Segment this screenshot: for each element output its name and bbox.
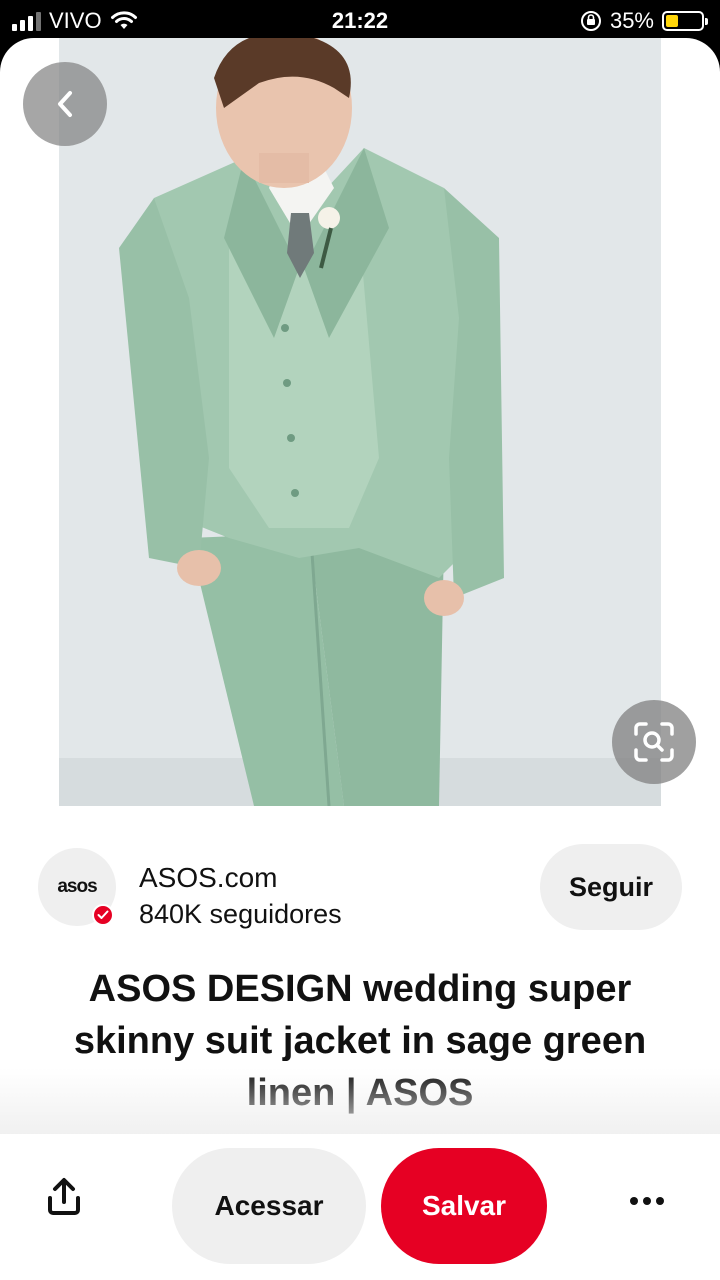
creator-name[interactable]: ASOS.com xyxy=(139,862,277,894)
orientation-lock-icon xyxy=(580,11,601,31)
battery-percent: 35% xyxy=(609,8,654,33)
verified-badge-icon xyxy=(92,904,114,926)
visual-search-button[interactable] xyxy=(612,700,696,784)
back-button[interactable] xyxy=(23,62,107,146)
action-bar: Acessar Salvar xyxy=(0,1134,720,1280)
share-button[interactable] xyxy=(46,1176,82,1228)
share-icon xyxy=(48,1178,80,1215)
chevron-left-icon xyxy=(58,91,72,117)
bottom-fade xyxy=(0,1068,720,1138)
follow-button[interactable]: Seguir xyxy=(540,844,682,930)
more-icon[interactable] xyxy=(622,1186,672,1216)
battery-icon xyxy=(662,11,708,31)
status-bar: VIVO 21:22 35% xyxy=(0,0,720,40)
suit-photo xyxy=(59,38,661,806)
save-button[interactable]: Salvar xyxy=(381,1148,547,1264)
status-right: 35% xyxy=(580,8,708,34)
pin-image[interactable] xyxy=(59,38,661,806)
avatar-logo-text: asos xyxy=(57,876,97,897)
visit-button[interactable]: Acessar xyxy=(172,1148,366,1264)
battery-level xyxy=(666,15,678,27)
visual-search-icon xyxy=(634,722,674,762)
avatar[interactable]: asos xyxy=(38,848,116,926)
follower-count: 840K seguidores xyxy=(139,899,342,929)
creator-row: asos ASOS.com 840K seguidores Seguir xyxy=(38,844,682,930)
pin-card: asos ASOS.com 840K seguidores Seguir ASO… xyxy=(0,38,720,1280)
